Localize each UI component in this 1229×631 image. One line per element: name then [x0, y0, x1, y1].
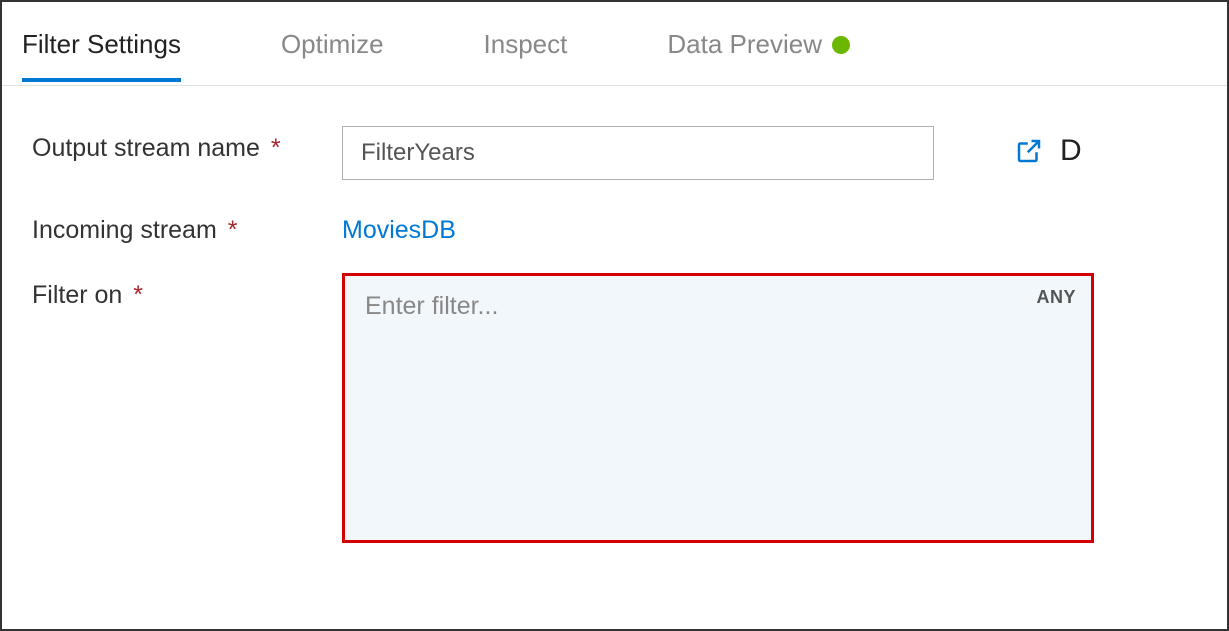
label-text: Incoming stream — [32, 216, 217, 244]
row-incoming-stream: Incoming stream * MoviesDB — [32, 208, 1207, 245]
label-text: Output stream name — [32, 134, 260, 162]
label-output-stream: Output stream name * — [32, 126, 342, 163]
required-marker: * — [228, 216, 238, 244]
filter-type-badge: ANY — [1036, 287, 1076, 308]
cutoff-text: D — [1060, 134, 1082, 168]
open-external-icon[interactable] — [1014, 136, 1044, 166]
filter-expression-input[interactable] — [342, 273, 1094, 543]
tab-inspect[interactable]: Inspect — [484, 5, 568, 82]
tab-data-preview[interactable]: Data Preview — [667, 5, 850, 82]
incoming-stream-link[interactable]: MoviesDB — [342, 208, 456, 245]
tab-label: Data Preview — [667, 29, 822, 60]
label-text: Filter on — [32, 281, 122, 309]
label-incoming-stream: Incoming stream * — [32, 208, 342, 245]
right-actions: D — [1014, 126, 1082, 168]
tab-optimize[interactable]: Optimize — [281, 5, 384, 82]
tab-label: Inspect — [484, 29, 568, 60]
label-filter-on: Filter on * — [32, 273, 342, 310]
row-output-stream: Output stream name * D — [32, 126, 1207, 180]
tab-label: Optimize — [281, 29, 384, 60]
required-marker: * — [133, 281, 143, 309]
tab-bar: Filter Settings Optimize Inspect Data Pr… — [2, 2, 1227, 86]
row-filter-on: Filter on * ANY — [32, 273, 1207, 548]
required-marker: * — [271, 134, 281, 162]
tab-label: Filter Settings — [22, 29, 181, 60]
output-stream-input[interactable] — [342, 126, 934, 180]
form-area: Output stream name * D Incoming stream *… — [2, 86, 1227, 548]
filter-box-wrap: ANY — [342, 273, 1094, 548]
tab-filter-settings[interactable]: Filter Settings — [22, 5, 181, 82]
status-dot-icon — [832, 36, 850, 54]
